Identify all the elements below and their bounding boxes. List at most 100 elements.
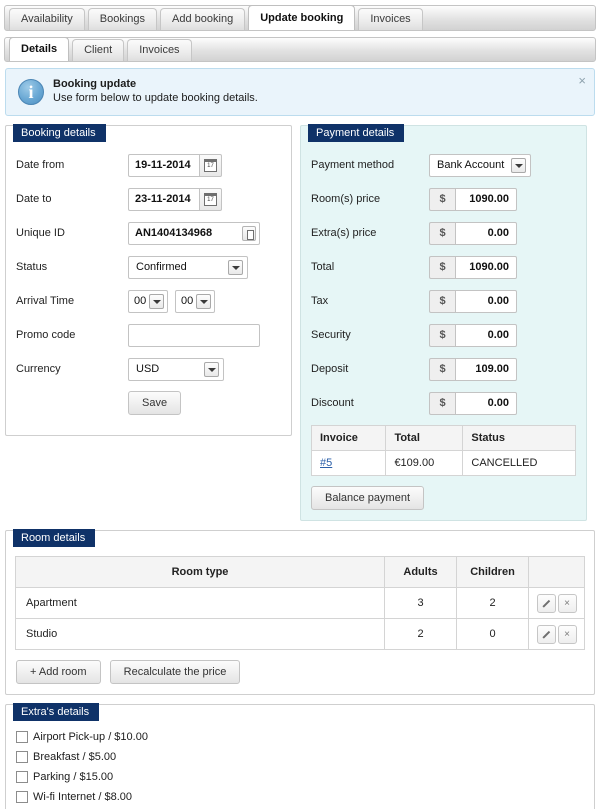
tab-details[interactable]: Details (9, 37, 70, 61)
payment-field-money: $0.00 (429, 391, 517, 415)
payment-amount-rows: Room(s) price $1090.00 Extra(s) price $0.00… (311, 187, 576, 415)
delete-icon[interactable]: × (557, 624, 577, 644)
arrival-minute-value: 00 (181, 295, 194, 307)
promo-code-input[interactable] (128, 323, 260, 347)
payment-field-value[interactable]: 0.00 (455, 323, 517, 347)
payment-row: Security $0.00 (311, 323, 576, 347)
extra-checkbox[interactable] (16, 731, 28, 743)
payment-field-value[interactable]: 1090.00 (455, 255, 517, 279)
arrival-time-row: Arrival Time 00 00 (16, 289, 281, 313)
arrival-time-label: Arrival Time (16, 295, 75, 307)
arrival-minute-select[interactable]: 00 (175, 289, 215, 313)
payment-field-value[interactable]: 0.00 (455, 221, 517, 245)
date-to-field: 17 (128, 187, 222, 211)
info-banner: i Booking update Use form below to updat… (5, 68, 595, 116)
payment-field-money: $1090.00 (429, 187, 517, 211)
close-icon[interactable]: × (578, 74, 586, 87)
calendar-icon[interactable]: 17 (200, 153, 222, 177)
payment-field-money: $1090.00 (429, 255, 517, 279)
extra-label: Airport Pick-up / $10.00 (33, 731, 148, 743)
date-to-label: Date to (16, 193, 52, 205)
payment-field-value[interactable]: 109.00 (455, 357, 517, 381)
extra-checkbox[interactable] (16, 751, 28, 763)
tab-client[interactable]: Client (72, 39, 125, 61)
generate-id-icon[interactable] (242, 225, 256, 241)
payment-details-heading: Payment details (308, 124, 405, 142)
edit-icon[interactable] (536, 624, 556, 644)
room-type-cell: Apartment (15, 587, 385, 619)
invoice-col-total: Total (385, 425, 464, 451)
unique-id-label: Unique ID (16, 227, 65, 239)
tab-bookings[interactable]: Bookings (87, 8, 158, 30)
room-children-cell: 0 (456, 618, 529, 650)
chevron-down-icon (196, 293, 211, 309)
invoice-number-cell: #5 (310, 450, 387, 476)
extra-label: Wi-fi Internet / $8.00 (33, 791, 133, 803)
currency-symbol: $ (429, 391, 455, 415)
payment-field-value[interactable]: 1090.00 (455, 187, 517, 211)
status-select[interactable]: Confirmed (128, 255, 248, 279)
payment-method-label: Payment method (311, 159, 395, 171)
balance-payment-button[interactable]: Balance payment (311, 486, 424, 510)
payment-field-value[interactable]: 0.00 (455, 289, 517, 313)
calendar-icon[interactable]: 17 (200, 187, 222, 211)
room-adults-cell: 3 (384, 587, 457, 619)
payment-field-label: Deposit (311, 363, 349, 375)
currency-symbol: $ (429, 221, 455, 245)
arrival-hour-value: 00 (134, 295, 147, 307)
date-from-field: 17 (128, 153, 222, 177)
tab-update-booking[interactable]: Update booking (248, 5, 356, 30)
payment-row: Room(s) price $1090.00 (311, 187, 576, 211)
extra-checkbox[interactable] (16, 791, 28, 803)
payment-row: Total $1090.00 (311, 255, 576, 279)
add-room-button[interactable]: + Add room (16, 660, 101, 684)
currency-symbol: $ (429, 357, 455, 381)
tab-availability[interactable]: Availability (9, 8, 85, 30)
unique-id-input[interactable] (128, 221, 260, 245)
room-details-panel: Room details Room type Adults Children A… (5, 529, 595, 695)
room-col-type: Room type (15, 556, 385, 588)
room-table-header-row: Room type Adults Children (15, 556, 585, 588)
payment-row: Discount $0.00 (311, 391, 576, 415)
room-col-actions (528, 556, 585, 588)
room-table: Room type Adults Children Apartment 3 2 × St… (15, 556, 585, 650)
date-to-input[interactable] (128, 187, 200, 211)
payment-row: Deposit $109.00 (311, 357, 576, 381)
payment-field-label: Security (311, 329, 351, 341)
delete-icon[interactable]: × (557, 593, 577, 613)
chevron-down-icon (511, 157, 526, 173)
tab-sub-invoices[interactable]: Invoices (127, 39, 192, 61)
edit-icon[interactable] (536, 593, 556, 613)
payment-method-row: Payment method Bank Account (311, 153, 576, 177)
currency-row: Currency USD (16, 357, 281, 381)
extras-details-panel: Extra's details Airport Pick-up / $10.00… (5, 703, 595, 809)
date-to-row: Date to 17 (16, 187, 281, 211)
date-from-input[interactable] (128, 153, 200, 177)
banner-title: Booking update (53, 78, 137, 90)
unique-id-row: Unique ID (16, 221, 281, 245)
save-button[interactable]: Save (128, 391, 182, 415)
payment-field-money: $109.00 (429, 357, 517, 381)
currency-select[interactable]: USD (128, 357, 224, 381)
invoice-status-cell: CANCELLED (462, 450, 576, 476)
invoice-link[interactable]: #5 (320, 457, 332, 469)
tab-add-booking[interactable]: Add booking (160, 8, 246, 30)
room-details-heading: Room details (13, 529, 96, 547)
table-row: Apartment 3 2 × (15, 587, 585, 619)
room-adults-cell: 2 (384, 618, 457, 650)
info-icon: i (18, 79, 44, 105)
status-label: Status (16, 261, 48, 273)
payment-field-label: Extra(s) price (311, 227, 377, 239)
room-details-section: Room details Room type Adults Children A… (5, 529, 595, 695)
payment-field-label: Discount (311, 397, 354, 409)
unique-id-field (128, 221, 260, 245)
payment-field-value[interactable]: 0.00 (455, 391, 517, 415)
save-row: Save (128, 391, 281, 415)
arrival-hour-select[interactable]: 00 (128, 289, 168, 313)
currency-symbol: $ (429, 289, 455, 313)
extra-checkbox[interactable] (16, 771, 28, 783)
payment-method-select[interactable]: Bank Account (429, 153, 531, 177)
extras-details-heading: Extra's details (13, 703, 100, 721)
recalculate-price-button[interactable]: Recalculate the price (109, 660, 241, 684)
tab-invoices[interactable]: Invoices (358, 8, 423, 30)
